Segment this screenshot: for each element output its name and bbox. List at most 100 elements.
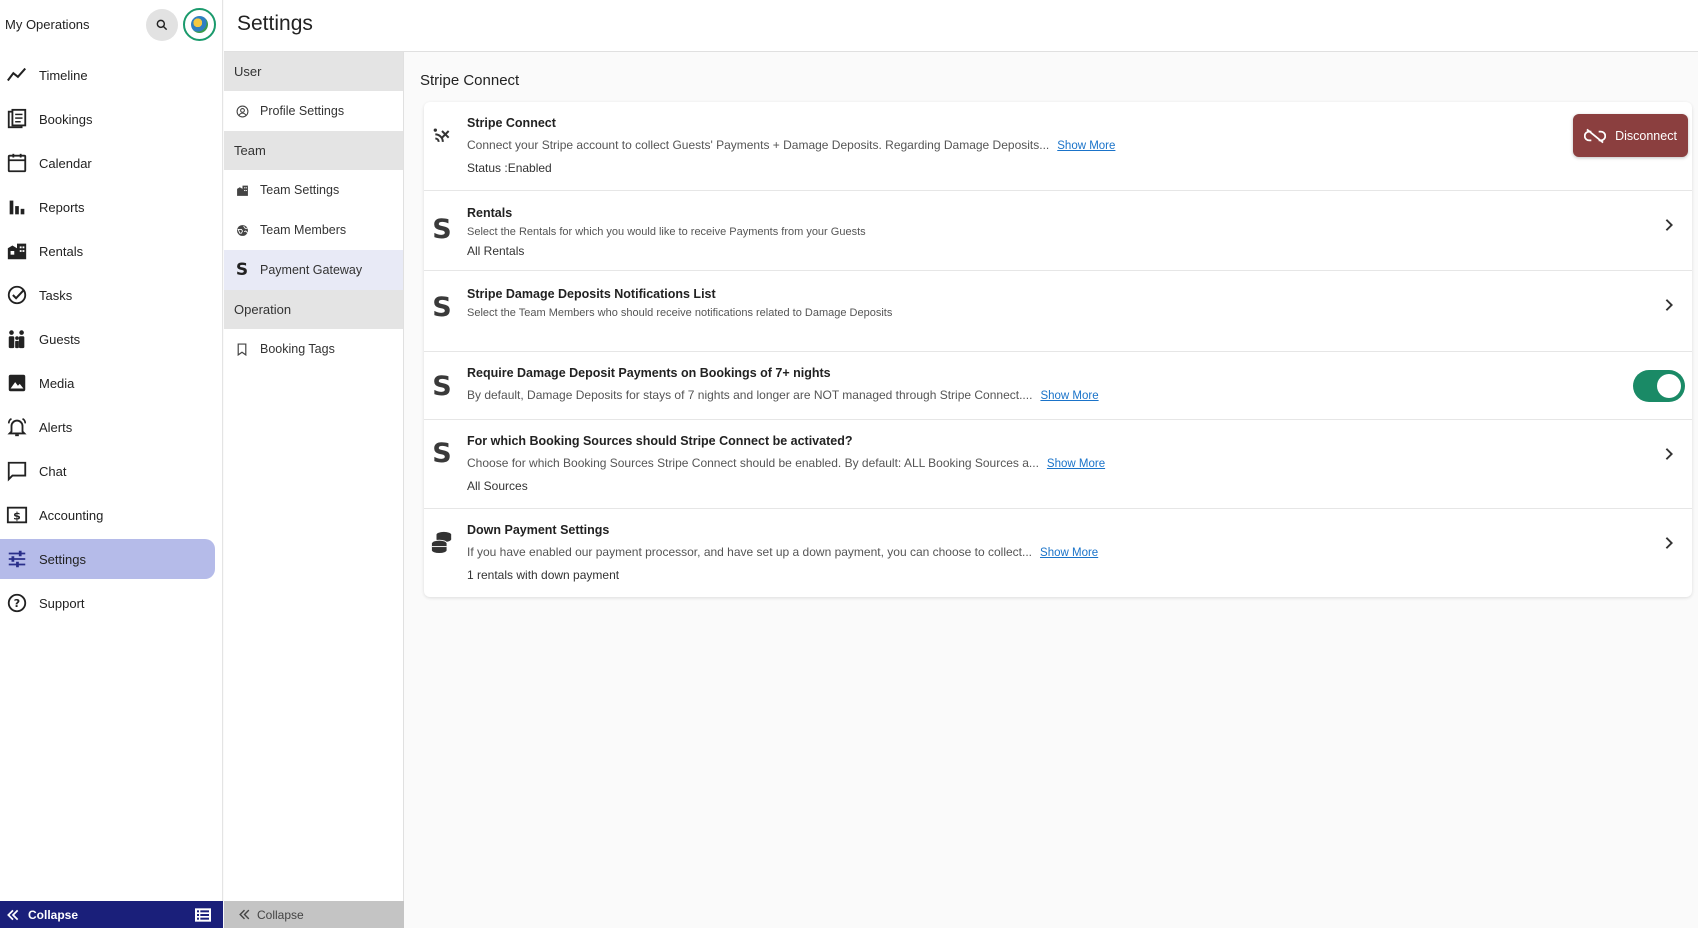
sidebar-item-label: Reports [39,199,85,215]
subnav-item-profile-settings[interactable]: Profile Settings [224,91,403,131]
sidebar-item-label: Rentals [39,243,84,259]
settings-row-damage-deposit-notifications[interactable]: S Stripe Damage Deposits Notifications L… [424,271,1692,352]
sidebar-item-reports[interactable]: Reports [0,187,223,227]
help-icon: ? [6,592,28,614]
row-title: Stripe Damage Deposits Notifications Lis… [467,287,716,301]
show-more-link[interactable]: Show More [1057,140,1115,152]
collapse-label: Collapse [28,907,79,922]
subnav-item-label: Booking Tags [260,342,335,356]
sidebar-item-label: Chat [39,463,67,479]
show-more-link[interactable]: Show More [1040,390,1098,402]
sidebar-item-chat[interactable]: Chat [0,451,223,491]
search-icon [156,19,168,31]
main-sidebar: My Operations Timeline Bookings Calendar… [0,0,223,928]
bar-chart-icon [6,196,28,218]
row-title: Rentals [467,206,513,220]
sidebar-item-rentals[interactable]: Rentals [0,231,223,271]
coins-icon [430,530,454,554]
list-view-icon[interactable] [195,908,211,925]
sidebar-item-label: Timeline [39,67,88,83]
chevron-right-icon[interactable] [1661,535,1677,551]
row-description: Choose for which Booking Sources Stripe … [467,455,1105,472]
main-nav: Timeline Bookings Calendar Reports Renta… [0,55,223,627]
row-description-text: By default, Damage Deposits for stays of… [467,388,1033,402]
damage-deposit-toggle[interactable] [1633,370,1685,402]
row-description: Connect your Stripe account to collect G… [467,137,1115,154]
svg-text:$: $ [13,510,21,523]
row-value: 1 rentals with down payment [467,568,620,582]
sidebar-item-support[interactable]: ? Support [0,583,223,623]
sidebar-item-label: Settings [39,551,86,567]
search-button[interactable] [146,9,178,41]
operations-title: My Operations [5,16,90,32]
show-more-link[interactable]: Show More [1047,458,1105,470]
link-off-icon [1584,128,1607,144]
chat-icon [6,460,28,482]
sidebar-item-label: Media [39,375,75,391]
sidebar-item-bookings[interactable]: Bookings [0,99,223,139]
sidebar-item-accounting[interactable]: $ Accounting [0,495,223,535]
sliders-icon [6,548,28,570]
sidebar-collapse-button[interactable]: Collapse [0,901,223,928]
row-title: Down Payment Settings [467,523,610,537]
double-chevron-left-icon [238,908,251,921]
settings-row-stripe-connect: Stripe Connect Connect your Stripe accou… [424,102,1692,191]
page-title: Settings [237,12,313,35]
chevron-right-icon[interactable] [1661,217,1677,233]
stripe-icon: S [235,260,249,280]
row-title: Require Damage Deposit Payments on Booki… [467,366,831,380]
sidebar-item-guests[interactable]: Guests [0,319,223,359]
disconnect-label: Disconnect [1615,128,1677,143]
sidebar-item-settings[interactable]: Settings [0,539,215,579]
double-chevron-left-icon [6,908,20,922]
subnav-collapse-button[interactable]: Collapse [224,901,404,928]
sidebar-item-label: Support [39,595,85,611]
stripe-icon: S [432,291,452,323]
sidebar-item-label: Bookings [39,111,93,127]
logo-icon [191,16,208,33]
disconnect-button[interactable]: Disconnect [1573,114,1688,157]
sidebar-item-label: Alerts [39,419,73,435]
building-icon [6,240,28,262]
row-title: Stripe Connect [467,116,556,130]
sidebar-item-tasks[interactable]: Tasks [0,275,223,315]
timeline-icon [6,64,28,86]
sidebar-item-label: Tasks [39,287,73,303]
settings-row-booking-sources[interactable]: S For which Booking Sources should Strip… [424,420,1692,509]
toggle-knob [1657,374,1681,398]
subnav-section-operation: Operation [224,290,403,329]
show-more-link[interactable]: Show More [1040,547,1098,559]
row-description: By default, Damage Deposits for stays of… [467,387,1099,404]
sidebar-item-calendar[interactable]: Calendar [0,143,223,183]
bell-icon [6,416,28,438]
sidebar-item-media[interactable]: Media [0,363,223,403]
globe-icon [234,222,250,238]
settings-row-down-payment[interactable]: Down Payment Settings If you have enable… [424,509,1692,597]
subnav-item-team-settings[interactable]: Team Settings [224,170,403,210]
chevron-right-icon[interactable] [1661,446,1677,462]
settings-row-rentals[interactable]: S Rentals Select the Rentals for which y… [424,191,1692,271]
bookings-icon [6,108,28,130]
row-description-text: If you have enabled our payment processo… [467,545,1033,559]
subnav-item-label: Payment Gateway [260,263,363,277]
sidebar-item-alerts[interactable]: Alerts [0,407,223,447]
subnav-section-user: User [224,52,403,91]
subnav-item-team-members[interactable]: Team Members [224,210,403,250]
svg-text:?: ? [14,597,20,610]
avatar[interactable] [183,8,216,41]
main-content: Stripe Connect Stripe Connect Connect yo… [405,52,1698,928]
sidebar-item-timeline[interactable]: Timeline [0,55,223,95]
sidebar-item-label: Guests [39,331,81,347]
sidebar-item-label: Calendar [39,155,92,171]
bookmark-icon [234,341,250,357]
subnav-item-payment-gateway[interactable]: S Payment Gateway [224,250,403,290]
building-icon [234,182,250,198]
sidebar-item-label: Accounting [39,507,104,523]
row-status: Status :Enabled [467,161,552,175]
image-icon [6,372,28,394]
subnav-item-booking-tags[interactable]: Booking Tags [224,329,403,369]
calendar-icon [6,152,28,174]
stripe-icon: S [432,437,452,469]
dollar-icon: $ [6,504,28,526]
chevron-right-icon[interactable] [1661,297,1677,313]
